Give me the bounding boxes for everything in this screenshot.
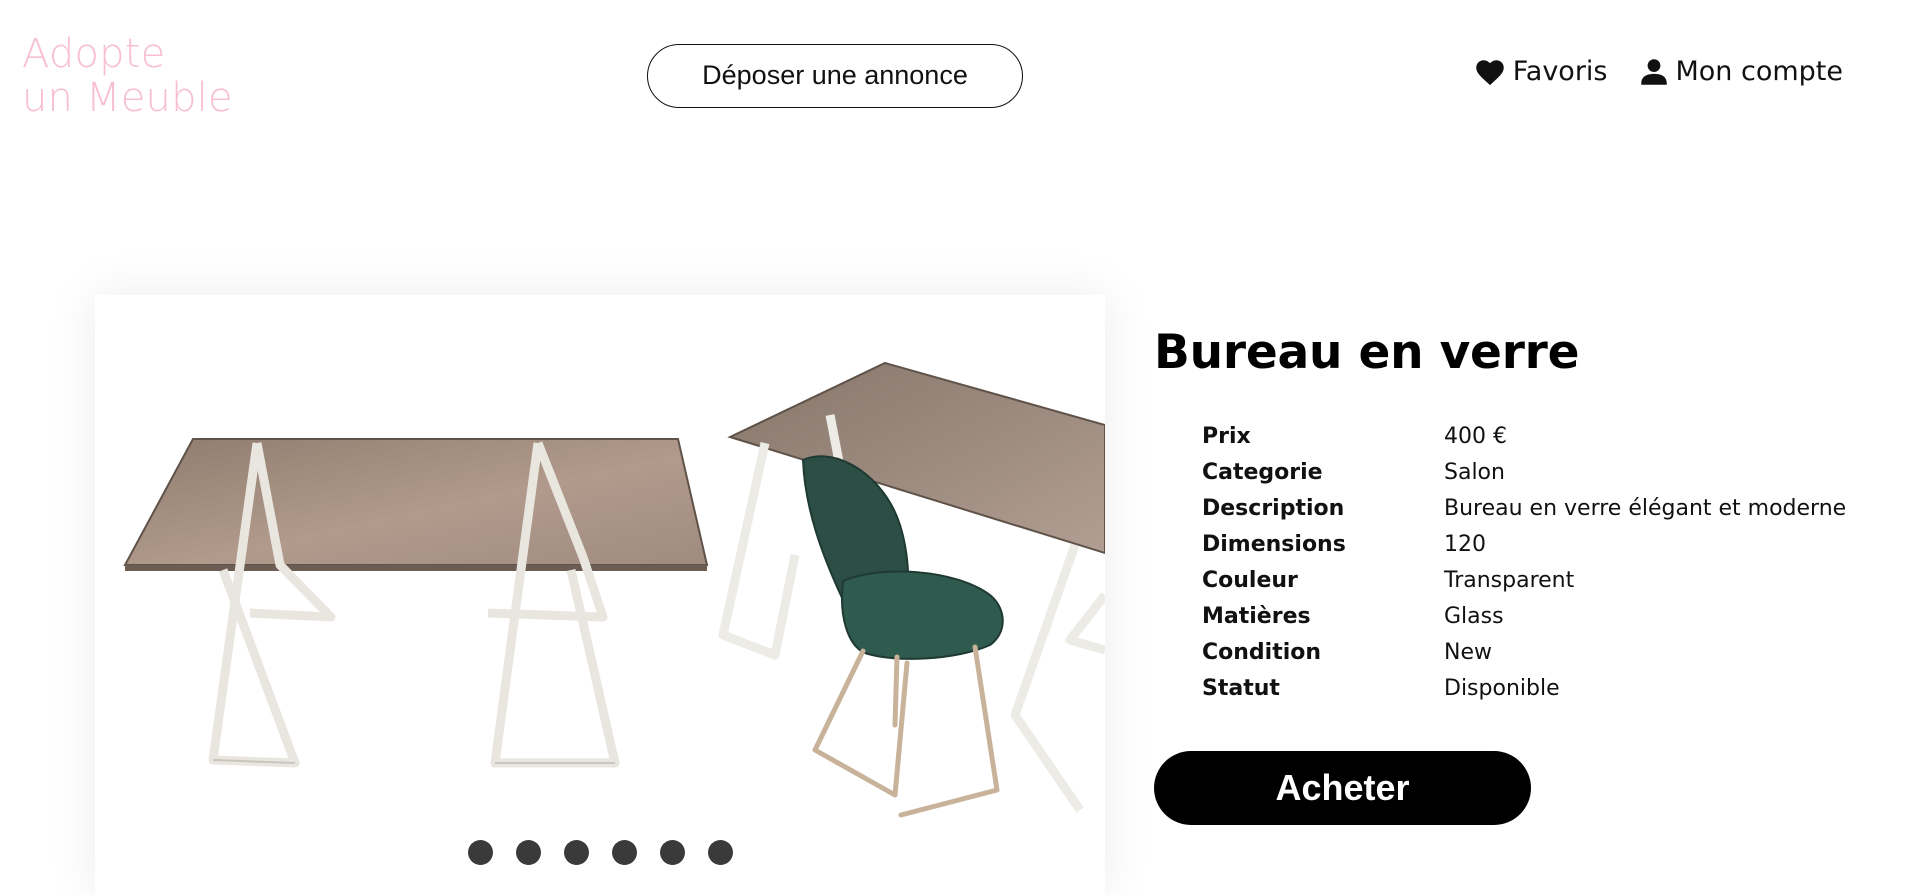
logo[interactable]: Adopte un Meuble [22,32,233,120]
carousel-dot[interactable] [563,840,589,865]
detail-row-condition: Condition New [1202,634,1846,670]
post-ad-button[interactable]: Déposer une annonce [647,44,1023,108]
detail-value: 400 € [1444,423,1507,449]
detail-key: Dimensions [1202,531,1346,557]
detail-value: Disponible [1444,675,1560,701]
favorites-link[interactable]: Favoris [1475,56,1608,87]
detail-row-color: Couleur Transparent [1202,562,1846,598]
detail-row-price: Prix 400 € [1202,418,1846,454]
detail-key: Matières [1202,603,1311,629]
product-image[interactable] [95,295,1105,870]
account-link[interactable]: Mon compte [1641,56,1843,87]
carousel-dot[interactable] [659,840,685,865]
carousel-dot[interactable] [611,840,637,865]
carousel-dot[interactable] [707,840,733,865]
detail-key: Categorie [1202,459,1323,485]
detail-key: Couleur [1202,567,1298,593]
favorites-label: Favoris [1512,56,1608,87]
detail-key: Statut [1202,675,1280,701]
detail-value: 120 [1444,531,1486,557]
header-nav: Favoris Mon compte [1475,56,1843,87]
carousel-dot[interactable] [515,840,541,865]
detail-value: Glass [1444,603,1504,629]
detail-row-status: Statut Disponible [1202,670,1846,706]
detail-value: New [1444,639,1492,665]
detail-value: Bureau en verre élégant et moderne [1444,495,1847,521]
detail-key: Prix [1202,423,1251,449]
heart-icon [1475,59,1504,85]
product-title: Bureau en verre [1154,325,1580,380]
product-details-table: Prix 400 € Categorie Salon Description B… [1202,418,1846,706]
detail-key: Description [1202,495,1345,521]
carousel-dots [95,840,1105,865]
detail-row-materials: Matières Glass [1202,598,1846,634]
detail-key: Condition [1202,639,1322,665]
carousel-dot[interactable] [467,840,493,865]
logo-line-1: Adopte [22,31,166,77]
detail-row-category: Categorie Salon [1202,454,1846,490]
detail-row-description: Description Bureau en verre élégant et m… [1202,490,1846,526]
header: Adopte un Meuble Déposer une annonce Fav… [0,0,1919,150]
account-label: Mon compte [1675,56,1843,87]
detail-value: Transparent [1444,567,1575,593]
detail-row-dimensions: Dimensions 120 [1202,526,1846,562]
logo-line-2: un Meuble [22,75,233,121]
user-icon [1641,58,1668,85]
product-gallery [95,295,1105,895]
detail-value: Salon [1444,459,1505,485]
buy-button[interactable]: Acheter [1154,751,1531,825]
